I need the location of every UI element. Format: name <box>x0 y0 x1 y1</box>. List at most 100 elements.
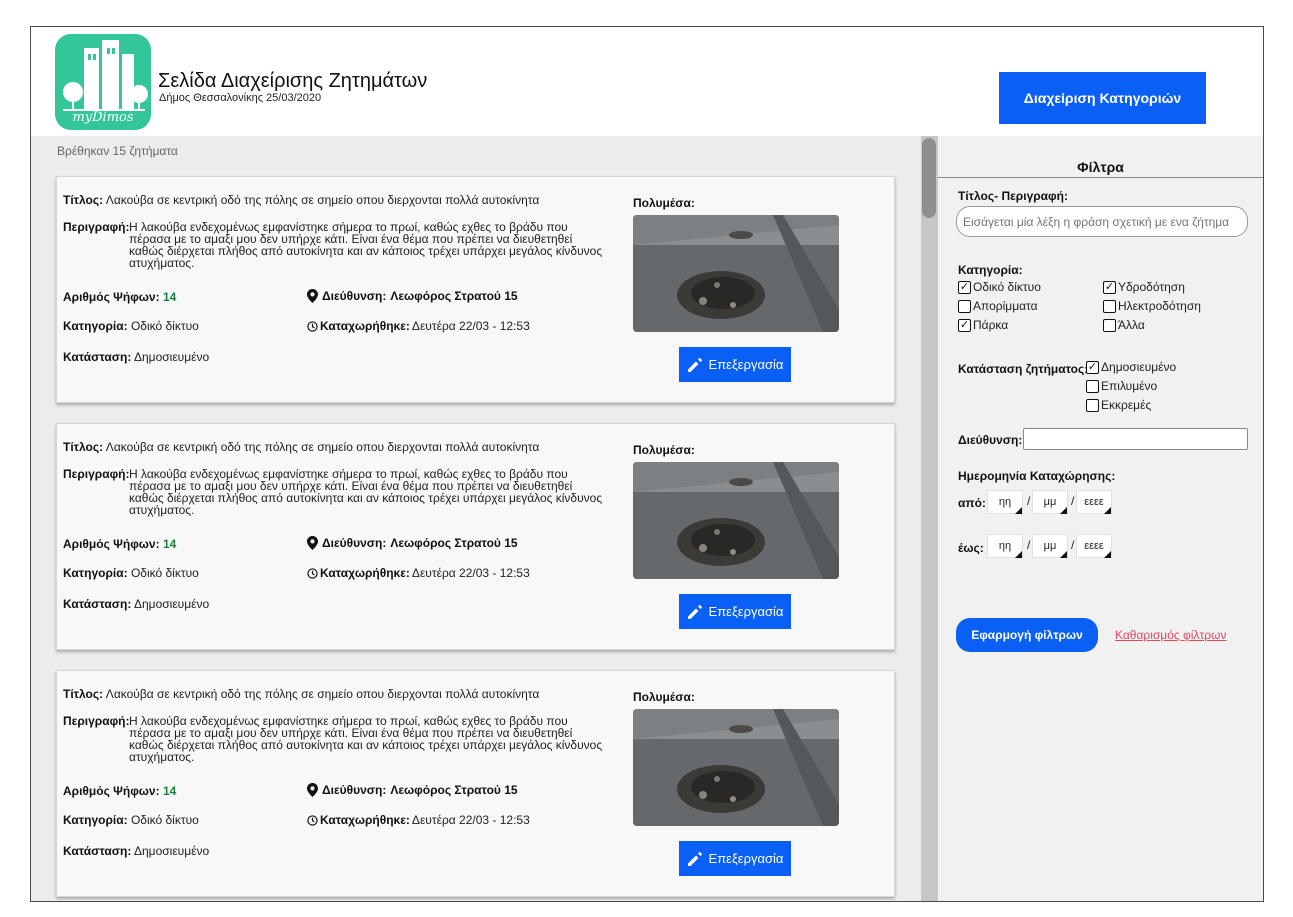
checkbox-checked-icon: ✓ <box>958 280 971 294</box>
issue-title-row: Τίτλος: Λακούβα σε κεντρική οδό της πόλη… <box>63 193 539 207</box>
pothole-photo[interactable] <box>633 709 839 826</box>
issue-title-row: Τίτλος: Λακούβα σε κεντρική οδό της πόλη… <box>63 440 539 454</box>
category-filter-label: Κατηγορία: <box>958 263 1023 277</box>
scrollbar-thumb[interactable] <box>922 138 936 218</box>
edit-button[interactable]: Επεξεργασία <box>679 594 791 629</box>
pothole-photo[interactable] <box>633 462 839 579</box>
checkbox-label: Άλλα <box>1118 318 1145 332</box>
issue-description-row: Περιγραφή: Η λακούβα ενδεχομένως εμφανίσ… <box>63 715 603 763</box>
issue-category: Οδικό δίκτυο <box>130 813 199 827</box>
issue-address-label: Διεύθυνση: <box>322 783 387 797</box>
issue-registered: Δευτέρα 22/03 - 12:53 <box>411 319 530 333</box>
manage-categories-button[interactable]: Διαχείριση Κατηγοριών <box>999 72 1206 124</box>
edit-button-label: Επεξεργασία <box>708 357 784 372</box>
location-pin-icon <box>307 289 318 303</box>
issue-registered-label: Καταχωρήθηκε: <box>320 319 410 333</box>
issue-card: Τίτλος: Λακούβα σε κεντρική οδό της πόλη… <box>56 423 895 650</box>
issue-card: Τίτλος: Λακούβα σε κεντρική οδό της πόλη… <box>56 670 895 897</box>
issue-description: Η λακούβα ενδεχομένως εμφανίστηκε σήμερα… <box>129 714 603 764</box>
status-checkbox-resolved[interactable]: Επιλυμένο <box>1086 379 1157 393</box>
address-input[interactable] <box>1023 428 1248 450</box>
address-filter-label: Διεύθυνση: <box>958 433 1023 447</box>
date-separator: / <box>1071 494 1075 508</box>
status-checkbox-published[interactable]: ✓ Δημοσιευμένο <box>1086 360 1176 374</box>
issue-address-row: Διεύθυνση: Λεωφόρος Στρατού 15 <box>307 783 518 797</box>
filters-divider <box>938 177 1263 178</box>
to-year-input[interactable]: εεεε <box>1076 534 1112 558</box>
pencil-icon <box>687 357 702 372</box>
issue-votes-label: Αριθμός Ψήφων: <box>63 537 160 551</box>
issue-status: Δημοσιευμένο <box>133 350 210 364</box>
issue-status-label: Κατάσταση: <box>63 350 132 364</box>
issue-registered-label: Καταχωρήθηκε: <box>320 566 410 580</box>
checkbox-checked-icon: ✓ <box>1086 360 1099 374</box>
pothole-image <box>633 462 839 579</box>
issue-title-row: Τίτλος: Λακούβα σε κεντρική οδό της πόλη… <box>63 687 539 701</box>
issue-description-row: Περιγραφή: Η λακούβα ενδεχομένως εμφανίσ… <box>63 221 603 269</box>
checkbox-label: Υδροδότηση <box>1118 280 1185 294</box>
issue-title-label: Τίτλος: <box>63 440 104 454</box>
issue-address-label: Διεύθυνση: <box>322 289 387 303</box>
issue-category: Οδικό δίκτυο <box>130 319 199 333</box>
mydimos-logo: myDimos <box>55 34 151 130</box>
issue-category-row: Κατηγορία: Οδικό δίκτυο <box>63 566 199 580</box>
category-checkbox-other[interactable]: Άλλα <box>1103 318 1145 332</box>
status-checkbox-pending[interactable]: Εκκρεμές <box>1086 398 1151 412</box>
clock-icon <box>307 320 318 332</box>
pothole-photo[interactable] <box>633 215 839 332</box>
category-checkbox-parks[interactable]: ✓ Πάρκα <box>958 318 1008 332</box>
issues-list[interactable]: Βρέθηκαν 15 ζητήματα Τίτλος: Λακούβα σε … <box>31 136 921 901</box>
issue-votes: 14 <box>162 784 177 798</box>
from-month-input[interactable]: μμ <box>1032 490 1068 514</box>
issue-status: Δημοσιευμένο <box>133 844 210 858</box>
issue-address-row: Διεύθυνση: Λεωφόρος Στρατού 15 <box>307 536 518 550</box>
issue-votes-label: Αριθμός Ψήφων: <box>63 784 160 798</box>
results-count: Βρέθηκαν 15 ζητήματα <box>57 144 178 158</box>
checkbox-label: Απορίμματα <box>973 299 1038 313</box>
date-separator: / <box>1071 538 1075 552</box>
location-pin-icon <box>307 783 318 797</box>
category-checkbox-waste[interactable]: Απορίμματα <box>958 299 1038 313</box>
edit-button[interactable]: Επεξεργασία <box>679 841 791 876</box>
edit-button[interactable]: Επεξεργασία <box>679 347 791 382</box>
issue-description-row: Περιγραφή: Η λακούβα ενδεχομένως εμφανίσ… <box>63 468 603 516</box>
media-label: Πολυμέσα: <box>633 443 695 457</box>
issue-category-row: Κατηγορία: Οδικό δίκτυο <box>63 813 199 827</box>
clear-filters-link[interactable]: Καθαρισμός φίλτρων <box>1115 628 1226 642</box>
app-window: myDimos Σελίδα Διαχείρισης Ζητημάτων Δήμ… <box>30 26 1264 902</box>
issue-address: Λεωφόρος Στρατού 15 <box>390 783 518 797</box>
issue-status: Δημοσιευμένο <box>133 597 210 611</box>
filters-title: Φίλτρα <box>1077 159 1124 175</box>
checkbox-checked-icon: ✓ <box>1103 280 1116 294</box>
checkbox-empty-icon <box>1103 299 1116 313</box>
issue-status-row: Κατάσταση: Δημοσιευμένο <box>63 844 209 858</box>
issue-description: Η λακούβα ενδεχομένως εμφανίστηκε σήμερα… <box>129 220 603 270</box>
location-pin-icon <box>307 536 318 550</box>
to-day-input[interactable]: ηη <box>987 534 1023 558</box>
issue-title: Λακούβα σε κεντρική οδό της πόλης σε σημ… <box>105 440 540 454</box>
checkbox-empty-icon <box>958 299 971 313</box>
from-year-input[interactable]: εεεε <box>1076 490 1112 514</box>
category-checkbox-water[interactable]: ✓ Υδροδότηση <box>1103 280 1185 294</box>
category-checkbox-electricity[interactable]: Ηλεκτροδότηση <box>1103 299 1201 313</box>
pencil-icon <box>687 851 702 866</box>
issue-votes: 14 <box>162 290 177 304</box>
checkbox-label: Δημοσιευμένο <box>1101 360 1177 374</box>
edit-button-label: Επεξεργασία <box>708 604 784 619</box>
search-input[interactable] <box>956 206 1248 237</box>
date-separator: / <box>1027 538 1031 552</box>
to-month-input[interactable]: μμ <box>1032 534 1068 558</box>
checkbox-label: Πάρκα <box>973 318 1009 332</box>
issue-description-label: Περιγραφή: <box>63 220 130 234</box>
issue-title: Λακούβα σε κεντρική οδό της πόλης σε σημ… <box>105 193 540 207</box>
list-scrollbar[interactable] <box>921 136 937 901</box>
pothole-image <box>633 215 839 332</box>
issue-category-label: Κατηγορία: <box>63 813 128 827</box>
clock-icon <box>307 814 318 826</box>
apply-filters-button[interactable]: Εφαρμογή φίλτρων <box>956 618 1098 652</box>
issue-description-label: Περιγραφή: <box>63 467 130 481</box>
issue-registered-row: Καταχωρήθηκε: Δευτέρα 22/03 - 12:53 <box>307 813 530 827</box>
from-day-input[interactable]: ηη <box>987 490 1023 514</box>
issue-title-label: Τίτλος: <box>63 193 104 207</box>
category-checkbox-road[interactable]: ✓ Οδικό δίκτυο <box>958 280 1041 294</box>
